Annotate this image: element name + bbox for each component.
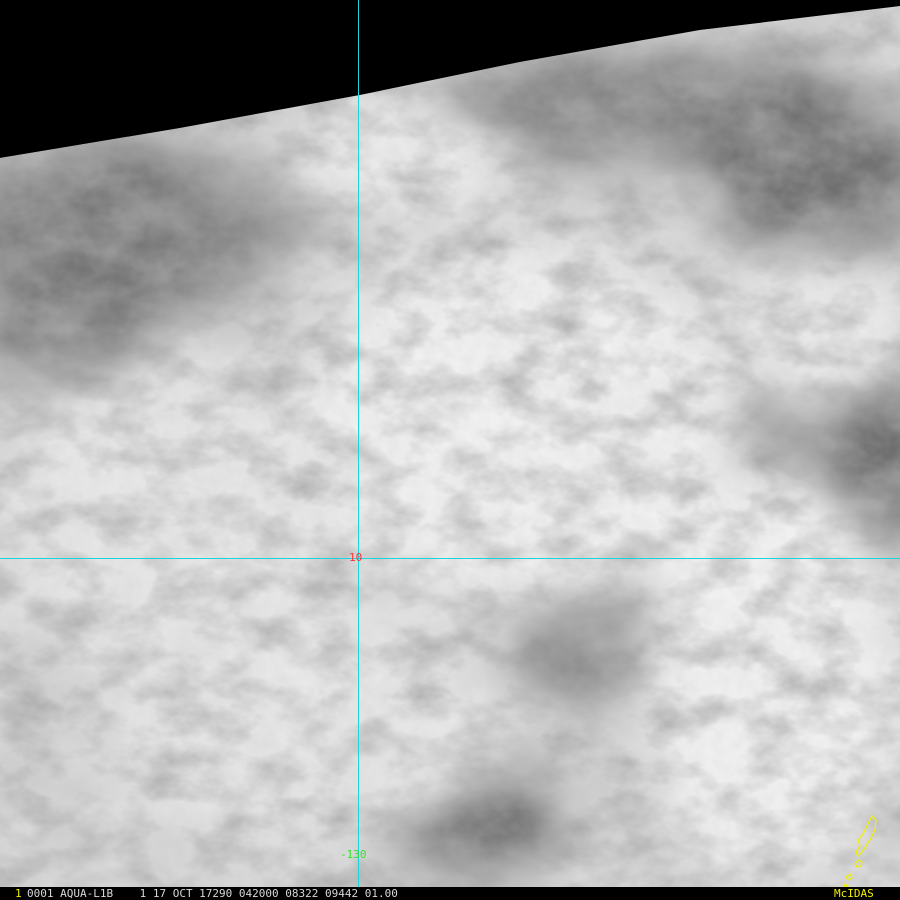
- longitude-label: -130: [340, 848, 367, 861]
- image-metadata-line: 0001 AQUA-L1B 1 17 OCT 17290 042000 0832…: [27, 887, 398, 900]
- status-bar: 1 0001 AQUA-L1B 1 17 OCT 17290 042000 08…: [0, 887, 900, 900]
- satellite-image-viewer: 10 -130 1 0001 AQUA-L1B 1 17 OCT 17290 0…: [0, 0, 900, 900]
- satellite-cloud-image: [0, 0, 900, 900]
- frame-number: 1: [15, 887, 22, 900]
- latitude-label: 10: [349, 551, 363, 564]
- mcidas-brand-label: McIDAS: [834, 887, 874, 900]
